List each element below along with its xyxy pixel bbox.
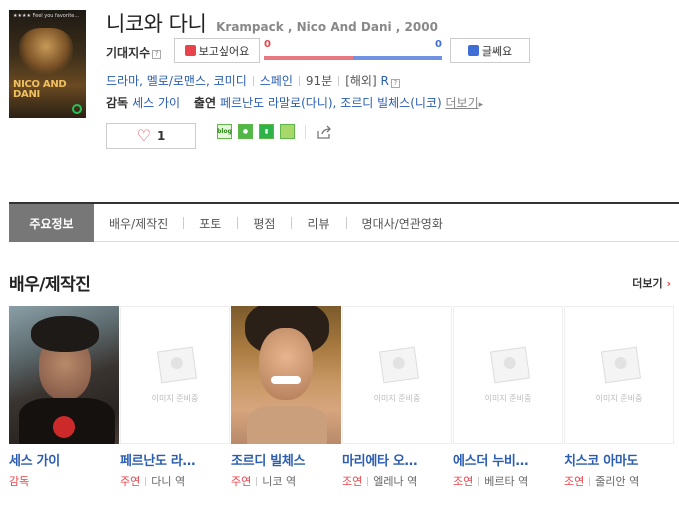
tab-photo[interactable]: 포토	[183, 204, 237, 242]
want-bar	[264, 56, 353, 60]
runtime: 91분	[305, 74, 333, 88]
image-placeholder-icon	[489, 346, 531, 384]
tab-bar: 주요정보 배우/제작진 포토 평점 리뷰 명대사/연관영화	[9, 202, 679, 242]
placeholder-text: 이미지 준비중	[373, 394, 421, 403]
placeholder-text: 이미지 준비중	[484, 394, 532, 403]
person-role: 감독	[9, 475, 30, 488]
person-name[interactable]: 에스더 누비…	[453, 450, 557, 469]
not-sure-button[interactable]: 글쎄요	[450, 38, 530, 63]
title-row: 니코와 다니 Krampack , Nico And Dani , 2000	[106, 8, 438, 38]
zoom-icon[interactable]	[72, 104, 82, 114]
cast-card[interactable]: 이미지 준비중 에스더 누비… 조연 베르타 역	[453, 306, 564, 489]
person-photo-placeholder[interactable]: 이미지 준비중	[342, 306, 452, 444]
want-to-see-button[interactable]: 보고싶어요	[174, 38, 260, 63]
tab-main-info[interactable]: 주요정보	[9, 204, 94, 242]
person-role: 조연 줄리안 역	[564, 475, 640, 488]
cast-card[interactable]: 이미지 준비중 페르난도 라… 주연 다니 역	[120, 306, 231, 489]
cafe-icon[interactable]: ●	[238, 124, 253, 139]
tab-review[interactable]: 리뷰	[291, 204, 345, 242]
section-title: 배우/제작진	[9, 275, 91, 295]
person-name[interactable]: 조르디 빌체스	[231, 450, 335, 469]
credits-more-link[interactable]: 더보기	[446, 96, 479, 110]
hmm-bar	[353, 56, 442, 60]
release-info: [해외]	[345, 74, 377, 88]
cast-more-link[interactable]: 더보기 ›	[632, 275, 671, 291]
original-title: Krampack , Nico And Dani , 2000	[216, 20, 438, 34]
person-name[interactable]: 마리에타 오…	[342, 450, 446, 469]
thumbs-up-icon	[184, 45, 196, 56]
cast-label: 출연	[193, 96, 216, 110]
image-placeholder-icon	[378, 346, 420, 384]
cast-card[interactable]: 이미지 준비중 마리에타 오… 조연 엘레나 역	[342, 306, 453, 489]
share-icon[interactable]	[316, 125, 332, 139]
poster-art	[19, 28, 73, 74]
movie-meta: 드라마, 멜로/로맨스, 코미디 스페인 91분 [해외] R?	[106, 72, 400, 89]
director-link[interactable]: 세스 가이	[132, 96, 180, 110]
page-title: 니코와 다니	[106, 12, 207, 36]
heart-icon: ♡	[136, 126, 151, 145]
genre-link[interactable]: 드라마, 멜로/로맨스, 코미디	[106, 74, 247, 88]
person-photo[interactable]	[9, 306, 119, 444]
want-to-see-label: 보고싶어요	[198, 44, 250, 58]
expectation-gauge: 0 0	[264, 38, 442, 63]
tab-cast-crew[interactable]: 배우/제작진	[94, 204, 183, 242]
movie-poster[interactable]: ★★★★ Feel you favorite... NICO AND DANI	[9, 10, 86, 118]
person-role: 주연 니코 역	[231, 475, 297, 488]
not-sure-label: 글쎄요	[481, 44, 513, 58]
person-role: 조연 엘레나 역	[342, 475, 418, 488]
expectation-panel: 기대지수? 보고싶어요 0 0 글쎄요	[106, 38, 536, 64]
chevron-right-icon: ▸	[478, 100, 484, 110]
cast-card[interactable]: 이미지 준비중 치스코 아마도 조연 줄리안 역	[564, 306, 675, 489]
person-name[interactable]: 치스코 아마도	[564, 450, 668, 469]
cast-list: 세스 가이 감독 이미지 준비중 페르난도 라… 주연 다니 역 조르디 빌체스 …	[9, 306, 679, 489]
cast-card[interactable]: 세스 가이 감독	[9, 306, 120, 489]
credits-row: 감독 세스 가이 출연 페르난도 라말로(다니), 조르디 빌체스(니코) 더보기▸	[106, 94, 483, 111]
person-photo-placeholder[interactable]: 이미지 준비중	[564, 306, 674, 444]
help-icon[interactable]: ?	[390, 79, 400, 88]
person-role: 주연 다니 역	[120, 475, 186, 488]
tab-rating[interactable]: 평점	[237, 204, 291, 242]
placeholder-text: 이미지 준비중	[151, 394, 199, 403]
chevron-right-icon: ›	[666, 277, 671, 290]
person-name[interactable]: 세스 가이	[9, 450, 113, 469]
poster-title: NICO AND DANI	[13, 79, 67, 100]
hmm-count: 0	[435, 39, 442, 50]
person-photo[interactable]	[231, 306, 341, 444]
blog-icon[interactable]: blog	[217, 124, 232, 139]
poster-tagline: ★★★★ Feel you favorite...	[13, 13, 80, 19]
image-placeholder-icon	[156, 346, 198, 384]
person-photo-placeholder[interactable]: 이미지 준비중	[453, 306, 563, 444]
tab-quotes-related[interactable]: 명대사/연관영화	[345, 204, 459, 242]
like-button[interactable]: ♡ 1	[106, 123, 196, 149]
image-placeholder-icon	[600, 346, 642, 384]
cast-link[interactable]: 페르난도 라말로(다니), 조르디 빌체스(니코)	[220, 96, 442, 110]
person-role: 조연 베르타 역	[453, 475, 529, 488]
memo-icon[interactable]	[280, 124, 295, 139]
cast-card[interactable]: 조르디 빌체스 주연 니코 역	[231, 306, 342, 489]
expectation-label: 기대지수?	[106, 44, 162, 61]
thumbs-down-icon	[467, 45, 479, 56]
bookmark-icon[interactable]: ▮	[259, 124, 274, 139]
help-icon[interactable]: ?	[152, 50, 162, 59]
director-label: 감독	[106, 96, 129, 110]
country-link[interactable]: 스페인	[260, 74, 293, 88]
person-photo-placeholder[interactable]: 이미지 준비중	[120, 306, 230, 444]
share-bar: blog ● ▮	[217, 124, 332, 139]
placeholder-text: 이미지 준비중	[595, 394, 643, 403]
want-count: 0	[264, 39, 271, 50]
rating: R	[380, 74, 389, 88]
like-count: 1	[156, 129, 166, 143]
person-name[interactable]: 페르난도 라…	[120, 450, 224, 469]
